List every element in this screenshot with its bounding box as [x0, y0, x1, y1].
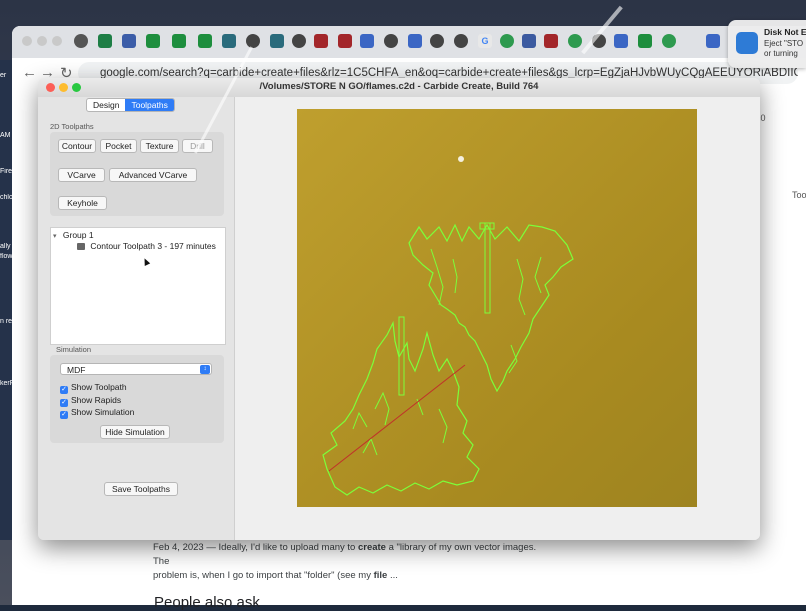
carbide-create-window: /Volumes/STORE N GO/flames.c2d - Carbide…	[38, 78, 760, 540]
snippet-date: Feb 4, 2023	[153, 542, 204, 553]
toolpath-tree: ▾ Group 1 Contour Toolpath 3 - 197 minut…	[50, 227, 226, 345]
checkbox-label: Show Simulation	[71, 407, 135, 417]
tab-favicon-icon[interactable]	[522, 34, 536, 48]
flame-toolpath-lower-inner	[352, 391, 448, 456]
tab-favicon-icon[interactable]	[122, 34, 136, 48]
tab-favicon-icon[interactable]	[246, 34, 260, 48]
simulation-canvas[interactable]	[235, 97, 760, 540]
window-title: /Volumes/STORE N GO/flames.c2d - Carbide…	[259, 81, 539, 92]
desktop-background: er AM Fire chlo ally flow n rec kerFe G …	[0, 0, 806, 611]
people-also-ask-heading: People also ask	[154, 594, 260, 611]
tab-favicon-icon[interactable]	[454, 34, 468, 48]
tab-favicon-icon[interactable]	[146, 34, 160, 48]
mode-tabs: Design Toolpaths	[86, 98, 175, 112]
advanced-vcarve-button[interactable]: Advanced VCarve	[109, 168, 197, 182]
toolpath-preview	[322, 222, 574, 496]
tab-favicon-icon[interactable]	[270, 34, 284, 48]
checkmark-icon: ✓	[60, 411, 68, 419]
back-button[interactable]: ←	[22, 64, 37, 81]
tab-favicon-icon[interactable]	[172, 34, 186, 48]
flame-toolpath-upper	[408, 223, 574, 393]
tab-favicon-icon[interactable]	[292, 34, 306, 48]
tab-design[interactable]: Design	[87, 99, 125, 111]
flame-toolpath-lower	[322, 320, 480, 496]
checkbox-label: Show Toolpath	[71, 382, 127, 392]
close-dot[interactable]	[22, 36, 32, 46]
notification-line: Eject "STO	[764, 39, 804, 48]
mouse-cursor-icon	[141, 257, 151, 266]
tab-favicon-icon[interactable]	[706, 34, 720, 48]
hide-simulation-button[interactable]: Hide Simulation	[100, 425, 170, 439]
texture-button[interactable]: Texture	[140, 139, 179, 153]
tab-favicon-icon[interactable]	[408, 34, 422, 48]
tab-favicon-icon[interactable]	[662, 34, 676, 48]
tab-favicon-icon[interactable]	[314, 34, 328, 48]
search-snippet: Feb 4, 2023 — Ideally, I'd like to uploa…	[153, 541, 553, 583]
tab-favicon-icon[interactable]	[222, 34, 236, 48]
toolpaths-sidebar: Design Toolpaths 2D Toolpaths Contour Po…	[38, 97, 235, 540]
group-row[interactable]: ▾ Group 1	[53, 230, 94, 240]
checkbox-label: Show Rapids	[71, 395, 122, 405]
tab-favicon-icon[interactable]	[500, 34, 514, 48]
tab-favicon-icon[interactable]	[338, 34, 352, 48]
pocket-button[interactable]: Pocket	[100, 139, 137, 153]
show-simulation-checkbox[interactable]: ✓ Show Simulation	[60, 407, 134, 419]
select-arrows-icon: ↕	[200, 365, 210, 374]
tab-toolpaths[interactable]: Toolpaths	[125, 99, 174, 111]
tab-favicon-icon[interactable]	[74, 34, 88, 48]
material-value: MDF	[67, 365, 86, 375]
zoom-dot[interactable]	[52, 36, 62, 46]
notification-title: Disk Not E	[764, 27, 806, 37]
checkmark-icon: ✓	[60, 386, 68, 394]
google-tab-icon[interactable]: G	[478, 34, 492, 48]
toolpath-label: Contour Toolpath 3 - 197 minutes	[90, 241, 216, 251]
app-title-bar: /Volumes/STORE N GO/flames.c2d - Carbide…	[38, 78, 760, 98]
snippet-bold: file	[373, 570, 388, 581]
contour-button[interactable]: Contour	[58, 139, 96, 153]
notification-body: Eject "STO or turning	[764, 39, 803, 59]
tab-favicon-icon[interactable]	[430, 34, 444, 48]
flame-toolpath-upper-inner	[430, 248, 542, 374]
tab-favicon-icon[interactable]	[360, 34, 374, 48]
snippet-text: — Ideally, I'd like to upload many to	[203, 542, 358, 553]
bar-toolpath-upper	[484, 222, 491, 314]
browser-tab-bar: G	[12, 26, 806, 58]
toolpaths-2d-label: 2D Toolpaths	[50, 122, 94, 131]
tab-favicon-icon[interactable]	[544, 34, 558, 48]
tab-favicon-icon[interactable]	[198, 34, 212, 48]
rapid-move-line	[328, 364, 466, 472]
toolpath-row[interactable]: Contour Toolpath 3 - 197 minutes	[77, 241, 216, 251]
tab-favicon-icon[interactable]	[614, 34, 628, 48]
show-toolpath-checkbox[interactable]: ✓ Show Toolpath	[60, 382, 127, 394]
tools-label[interactable]: Too	[792, 190, 806, 200]
keyhole-button[interactable]: Keyhole	[58, 196, 107, 210]
material-select[interactable]: MDF ↕	[60, 363, 212, 375]
disk-notification[interactable]: Disk Not E Eject "STO or turning	[728, 20, 806, 68]
disclosure-chevron-icon[interactable]: ▾	[53, 233, 57, 240]
finder-icon	[736, 32, 758, 54]
toolpath-icon	[77, 243, 85, 250]
minimize-dot[interactable]	[37, 36, 47, 46]
tab-favicon-icon[interactable]	[568, 34, 582, 48]
snippet-text: problem is, when I go to import that "fo…	[153, 570, 374, 581]
vcarve-button[interactable]: VCarve	[58, 168, 105, 182]
screen-glare	[458, 156, 464, 162]
save-toolpaths-button[interactable]: Save Toolpaths	[104, 482, 178, 496]
simulation-label: Simulation	[56, 345, 92, 354]
checkmark-icon: ✓	[60, 399, 68, 407]
snippet-bold: create	[357, 542, 386, 553]
tab-favicon-icon[interactable]	[384, 34, 398, 48]
simulation-panel: MDF ↕ ✓ Show Toolpath ✓ Show Rapids ✓ Show …	[50, 355, 224, 443]
tab-favicon-icon[interactable]	[638, 34, 652, 48]
show-rapids-checkbox[interactable]: ✓ Show Rapids	[60, 395, 121, 407]
notification-line: or turning	[764, 49, 798, 58]
group-label: Group 1	[62, 230, 94, 240]
tab-favicon-icon[interactable]	[98, 34, 112, 48]
stock-material-board	[297, 109, 697, 507]
snippet-text: ...	[387, 570, 398, 581]
